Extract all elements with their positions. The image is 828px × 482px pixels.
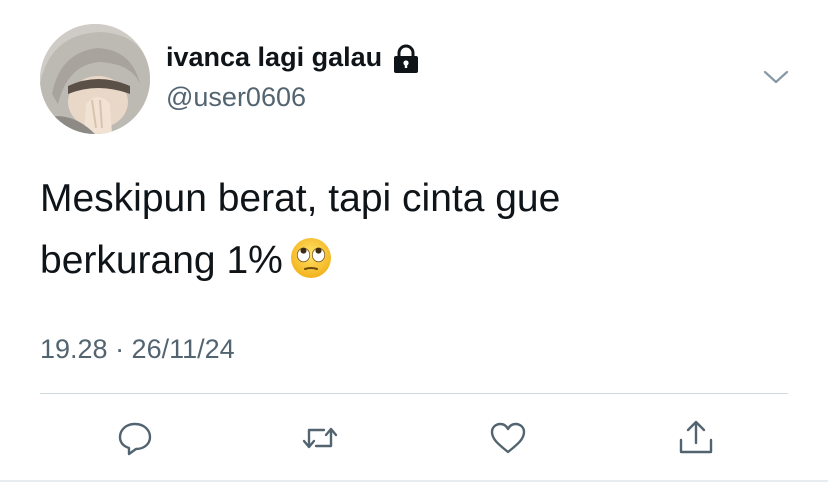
heart-icon (488, 418, 528, 458)
tweet-text-line-1: Meskipun berat, tapi cinta gue (40, 177, 561, 220)
chevron-down-icon[interactable] (760, 64, 792, 90)
tweet-timestamp[interactable]: 19.28 · 26/11/24 (40, 334, 235, 365)
tweet-card: ivanca lagi galau @user0606 Meskipun ber… (0, 0, 828, 482)
tweet-text: Meskipun berat, tapi cinta gue berkurang… (40, 168, 760, 292)
retweet-arrows-icon (300, 418, 340, 458)
display-name[interactable]: ivanca lagi galau (166, 42, 420, 73)
speech-bubble-icon (115, 418, 155, 458)
like-button[interactable] (488, 418, 528, 458)
share-button[interactable] (676, 418, 716, 458)
reply-button[interactable] (115, 418, 155, 458)
display-name-text: ivanca lagi galau (166, 42, 383, 72)
lock-icon (392, 44, 420, 74)
tweet-text-line-2: berkurang 1% (40, 230, 760, 292)
user-handle[interactable]: @user0606 (166, 82, 306, 113)
share-upload-icon (676, 418, 716, 458)
tweet-text-line-2-text: berkurang 1% (40, 239, 283, 282)
divider (40, 393, 788, 394)
retweet-button[interactable] (300, 418, 340, 458)
avatar[interactable] (40, 24, 150, 134)
face-with-rolling-eyes-emoji-icon (289, 236, 333, 280)
